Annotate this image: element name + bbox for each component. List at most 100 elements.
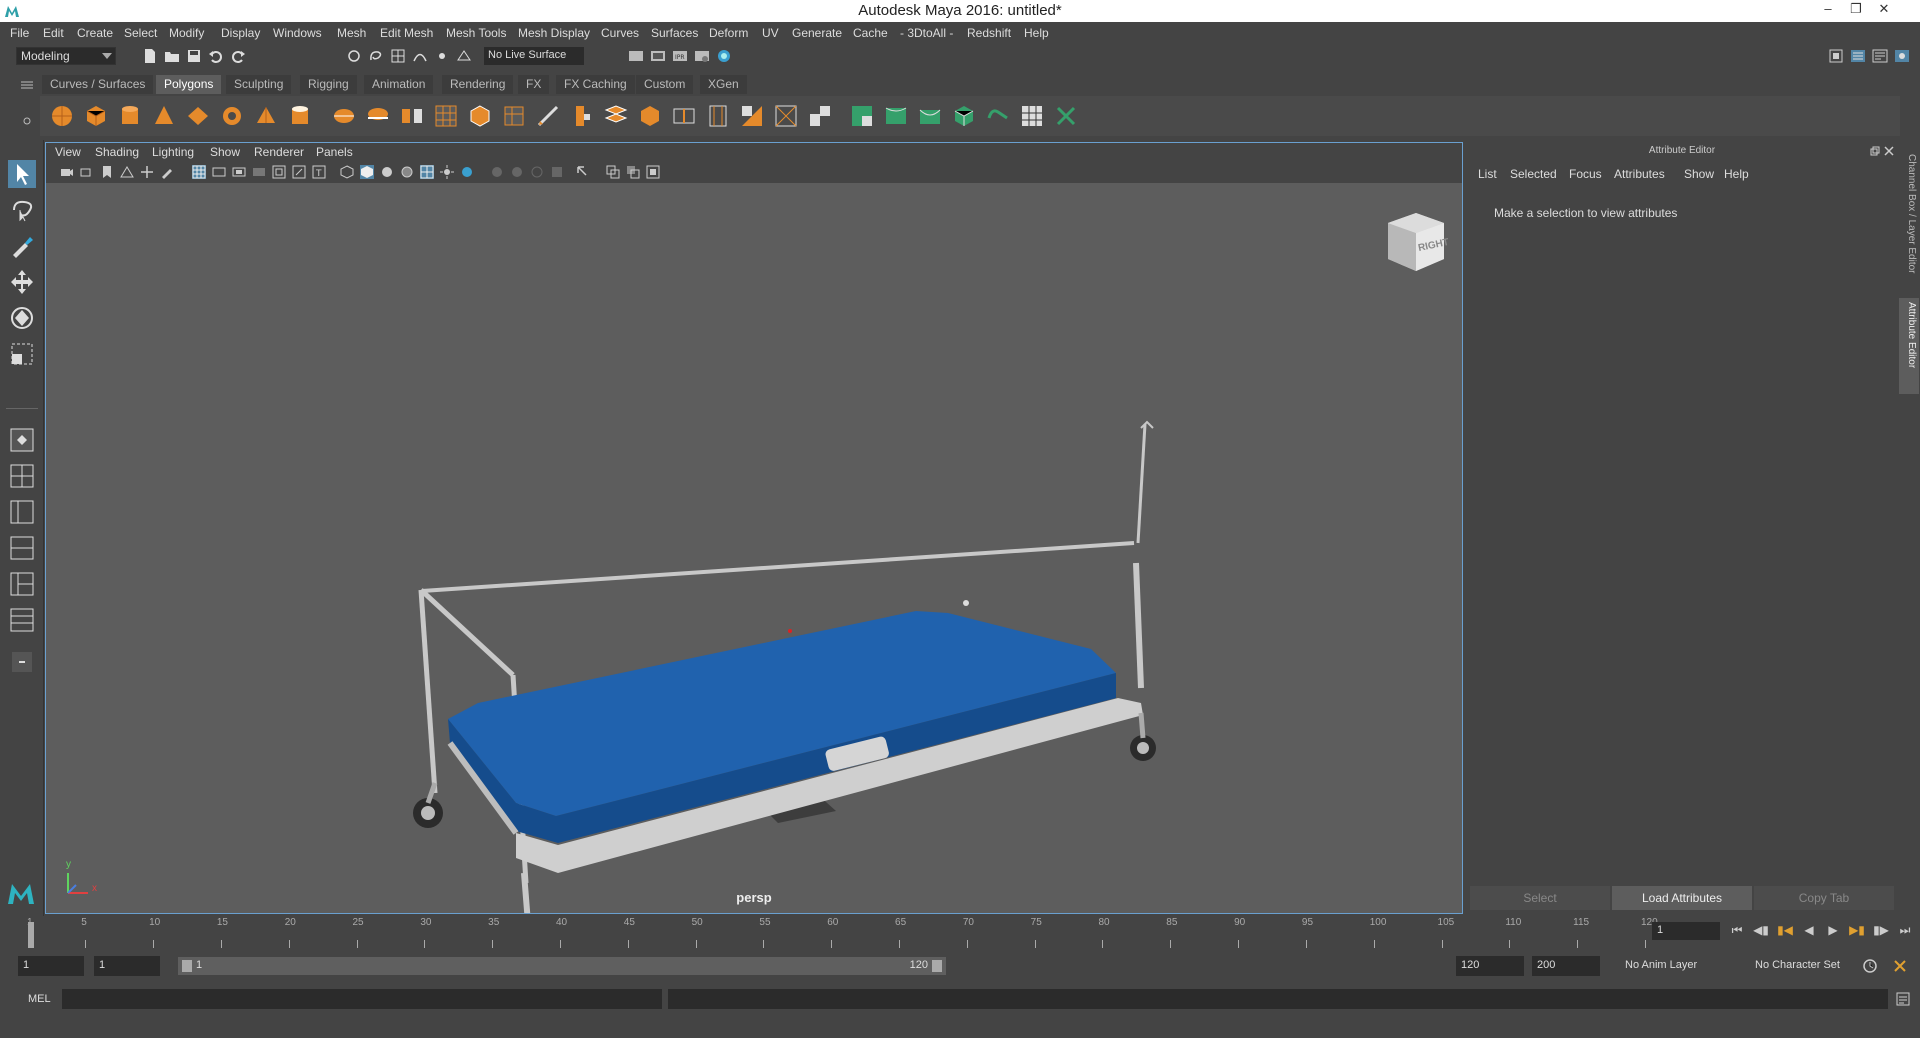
mirror-icon[interactable] xyxy=(400,104,424,128)
uv-spherical-icon[interactable] xyxy=(918,104,942,128)
load-attributes-button[interactable]: Load Attributes xyxy=(1612,886,1752,910)
menu-windows[interactable]: Windows xyxy=(273,26,322,40)
attribute-editor-toggle-icon[interactable] xyxy=(1872,48,1888,64)
menu-edit-mesh[interactable]: Edit Mesh xyxy=(380,26,433,40)
select-button[interactable]: Select xyxy=(1470,886,1610,910)
poly-sphere-icon[interactable] xyxy=(50,104,74,128)
menu-uv[interactable]: UV xyxy=(762,26,779,40)
start-frame-field[interactable]: 1 xyxy=(18,956,84,976)
new-scene-icon[interactable] xyxy=(142,48,158,64)
menu-curves[interactable]: Curves xyxy=(601,26,639,40)
shelf-tab-curves-surfaces[interactable]: Curves / Surfaces xyxy=(42,75,154,94)
scale-tool-icon[interactable] xyxy=(8,340,36,368)
live-surface-field[interactable]: No Live Surface xyxy=(484,47,584,65)
menu-select[interactable]: Select xyxy=(124,26,157,40)
shelf-tab-fx[interactable]: FX xyxy=(518,75,550,94)
save-scene-icon[interactable] xyxy=(186,48,202,64)
shelf-tab-xgen[interactable]: XGen xyxy=(700,75,747,94)
shelf-tab-sculpting[interactable]: Sculpting xyxy=(226,75,292,94)
xray-active-components-icon[interactable] xyxy=(646,165,660,179)
snap-grid-icon[interactable] xyxy=(390,48,406,64)
extrude-icon[interactable] xyxy=(570,104,594,128)
viewport-menu-lighting[interactable]: Lighting xyxy=(152,145,194,159)
step-back-key-icon[interactable]: ▮◀ xyxy=(1776,923,1794,939)
auto-key-icon[interactable] xyxy=(1862,958,1878,974)
safe-title-icon[interactable]: T xyxy=(312,165,326,179)
go-to-end-icon[interactable]: ⏭ xyxy=(1896,923,1914,939)
menu-mesh-tools[interactable]: Mesh Tools xyxy=(446,26,506,40)
snap-point-icon[interactable] xyxy=(434,48,450,64)
range-end-handle[interactable] xyxy=(932,960,942,972)
hypershade-icon[interactable] xyxy=(716,48,732,64)
paint-select-tool-icon[interactable] xyxy=(8,232,36,260)
viewport-menu-renderer[interactable]: Renderer xyxy=(254,145,304,159)
render-settings-icon[interactable] xyxy=(694,48,710,64)
target-weld-icon[interactable] xyxy=(774,104,798,128)
screen-space-ao-icon[interactable] xyxy=(490,165,504,179)
time-slider[interactable]: 1510152025303540455055606570758085909510… xyxy=(0,916,1920,948)
viewport-scene[interactable]: RIGHT y x persp xyxy=(46,183,1462,1012)
shelf-tab-polygons[interactable]: Polygons xyxy=(156,75,222,94)
combine-icon[interactable] xyxy=(332,104,356,128)
smooth-icon[interactable] xyxy=(434,104,458,128)
xray-icon[interactable] xyxy=(606,165,620,179)
wireframe-icon[interactable] xyxy=(340,165,354,179)
view-cube[interactable]: RIGHT xyxy=(1380,207,1450,277)
multi-cut-icon[interactable] xyxy=(536,104,560,128)
shelf-tab-fx-caching[interactable]: FX Caching xyxy=(556,75,635,94)
render-view-icon[interactable] xyxy=(628,48,644,64)
motion-blur-icon[interactable] xyxy=(510,165,524,179)
multisample-aa-icon[interactable] xyxy=(530,165,544,179)
menu-file[interactable]: File xyxy=(10,26,29,40)
append-polygon-icon[interactable] xyxy=(740,104,764,128)
move-tool-icon[interactable] xyxy=(8,268,36,296)
resolution-gate-icon[interactable] xyxy=(232,165,246,179)
shelf-menu-icon[interactable] xyxy=(20,80,34,90)
attr-menu-show[interactable]: Show xyxy=(1684,167,1714,181)
select-camera-icon[interactable] xyxy=(60,165,74,179)
two-d-pan-zoom-icon[interactable] xyxy=(140,165,154,179)
offset-edge-loop-icon[interactable] xyxy=(706,104,730,128)
uv-editor-icon[interactable] xyxy=(1020,104,1044,128)
separate-icon[interactable] xyxy=(366,104,390,128)
attr-menu-help[interactable]: Help xyxy=(1724,167,1749,181)
shelf-tab-rendering[interactable]: Rendering xyxy=(442,75,514,94)
minimize-button[interactable]: – xyxy=(1818,1,1838,19)
snap-view-plane-icon[interactable] xyxy=(456,48,472,64)
current-frame-field[interactable]: 1 xyxy=(1652,922,1720,940)
go-to-start-icon[interactable]: ⏮ xyxy=(1728,923,1746,939)
poly-plane-icon[interactable] xyxy=(186,104,210,128)
default-material-icon[interactable] xyxy=(380,165,394,179)
film-gate-icon[interactable] xyxy=(212,165,226,179)
command-input[interactable] xyxy=(62,989,662,1009)
redo-icon[interactable] xyxy=(230,48,246,64)
rotate-tool-icon[interactable] xyxy=(8,304,36,332)
poly-pyramid-icon[interactable] xyxy=(254,104,278,128)
menu-edit[interactable]: Edit xyxy=(43,26,64,40)
menu-cache[interactable]: Cache xyxy=(853,26,888,40)
attr-menu-selected[interactable]: Selected xyxy=(1510,167,1557,181)
single-perspective-view-icon[interactable] xyxy=(8,426,36,454)
poly-torus-icon[interactable] xyxy=(220,104,244,128)
range-start-handle[interactable] xyxy=(182,960,192,972)
menu-modify[interactable]: Modify xyxy=(169,26,204,40)
outliner-layout-icon[interactable] xyxy=(8,606,36,634)
poly-cylinder-icon[interactable] xyxy=(118,104,142,128)
select-tool-icon[interactable] xyxy=(8,160,36,188)
depth-of-field-icon[interactable] xyxy=(550,165,564,179)
shelf-tab-rigging[interactable]: Rigging xyxy=(300,75,357,94)
shadows-icon[interactable] xyxy=(460,165,474,179)
lasso-select-icon[interactable] xyxy=(368,48,384,64)
menu-mesh-display[interactable]: Mesh Display xyxy=(518,26,590,40)
gate-mask-icon[interactable] xyxy=(252,165,266,179)
range-bar[interactable]: 1 120 xyxy=(178,957,946,975)
textured-icon[interactable] xyxy=(420,165,434,179)
poly-cube-icon[interactable] xyxy=(84,104,108,128)
menu-generate[interactable]: Generate xyxy=(792,26,842,40)
float-panel-icon[interactable] xyxy=(1870,146,1880,156)
render-current-frame-icon[interactable] xyxy=(650,48,666,64)
playback-start-field[interactable]: 1 xyxy=(94,956,160,976)
attr-menu-focus[interactable]: Focus xyxy=(1569,167,1602,181)
end-frame-field[interactable]: 200 xyxy=(1532,956,1600,976)
attribute-editor-tab[interactable]: Attribute Editor xyxy=(1899,298,1919,394)
